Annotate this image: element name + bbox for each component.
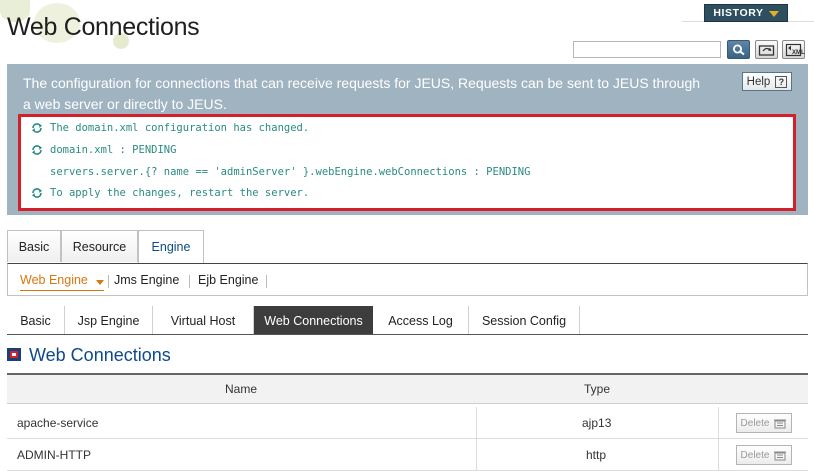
alert-message-text: domain.xml : PENDING	[50, 144, 177, 156]
table-row[interactable]: apache-service ajp13 Delete	[7, 407, 808, 439]
help-button[interactable]: Help ?	[742, 72, 792, 91]
tab-basic[interactable]: Basic	[7, 230, 61, 262]
search-icon	[732, 44, 745, 55]
trash-icon	[774, 451, 787, 460]
page: Web Connections HISTORY XML The configur…	[0, 0, 814, 471]
delete-label: Delete	[740, 449, 770, 461]
xml-button[interactable]: XML	[782, 40, 805, 59]
alert-message-text: servers.server.{? name == 'adminServer' …	[50, 166, 531, 178]
alert-message-text: The domain.xml configuration has changed…	[50, 122, 310, 134]
alert-message: To apply the changes, restart the server…	[31, 187, 309, 199]
column-header-name: Name	[225, 382, 258, 396]
subnav-web-engine[interactable]: Web Engine	[20, 273, 88, 287]
tab-basic[interactable]: Basic	[7, 306, 65, 335]
section-icon	[7, 348, 21, 361]
web-engine-tabs: Basic Jsp Engine Virtual Host Web Connec…	[7, 306, 808, 335]
delete-button[interactable]: Delete	[736, 413, 792, 433]
alert-message: The domain.xml configuration has changed…	[31, 122, 309, 134]
info-panel: The configuration for connections that c…	[7, 64, 808, 215]
pending-changes-alert: The domain.xml configuration has changed…	[18, 114, 796, 211]
refresh-icon	[32, 188, 42, 198]
delete-button[interactable]: Delete	[736, 445, 792, 465]
connection-type: ajp13	[582, 416, 612, 430]
tab-resource[interactable]: Resource	[61, 230, 138, 262]
engine-subnav: Web Engine Jms Engine Ejb Engine	[7, 263, 808, 296]
chevron-down-icon	[768, 10, 779, 17]
history-label: HISTORY	[713, 7, 764, 19]
trash-icon	[774, 419, 787, 428]
tabs-divider	[7, 334, 808, 335]
history-button[interactable]: HISTORY	[704, 4, 788, 22]
alert-message: domain.xml : PENDING	[31, 144, 176, 156]
connection-type: http	[586, 448, 607, 462]
tab-virtual-host[interactable]: Virtual Host	[153, 306, 254, 335]
tab-session-config[interactable]: Session Config	[469, 306, 580, 335]
cell-divider	[718, 439, 719, 471]
page-description: The configuration for connections that c…	[23, 75, 701, 112]
refresh-icon	[758, 44, 775, 56]
separator	[108, 275, 109, 288]
separator	[266, 275, 267, 288]
tab-web-connections[interactable]: Web Connections	[254, 306, 373, 335]
refresh-button[interactable]	[755, 40, 778, 59]
xml-label: XML	[792, 50, 805, 56]
connection-name[interactable]: apache-service	[17, 416, 98, 430]
cell-divider	[718, 407, 719, 439]
tab-engine[interactable]: Engine	[138, 230, 204, 263]
table-header: Name Type	[7, 373, 808, 404]
search-button[interactable]	[727, 40, 750, 59]
tab-access-log[interactable]: Access Log	[373, 306, 469, 335]
cell-divider	[476, 439, 477, 471]
help-label: Help	[746, 75, 771, 88]
alert-message: servers.server.{? name == 'adminServer' …	[50, 166, 530, 178]
question-icon: ?	[775, 75, 788, 88]
refresh-icon	[32, 145, 42, 155]
search-input[interactable]	[573, 41, 721, 58]
alert-message-text: To apply the changes, restart the server…	[50, 187, 310, 199]
subnav-jms-engine[interactable]: Jms Engine	[114, 273, 179, 287]
connection-name[interactable]: ADMIN-HTTP	[17, 448, 91, 462]
table-row[interactable]: ADMIN-HTTP http Delete	[7, 439, 808, 471]
refresh-icon	[32, 123, 42, 133]
page-title: Web Connections	[7, 13, 200, 41]
delete-label: Delete	[740, 417, 770, 429]
tab-jsp-engine[interactable]: Jsp Engine	[65, 306, 153, 335]
active-underline	[20, 290, 104, 291]
chevron-down-icon	[96, 280, 104, 285]
cell-divider	[476, 407, 477, 439]
separator	[189, 275, 190, 288]
section-title: Web Connections	[29, 345, 171, 365]
column-header-type: Type	[584, 382, 611, 396]
subnav-ejb-engine[interactable]: Ejb Engine	[198, 273, 258, 287]
